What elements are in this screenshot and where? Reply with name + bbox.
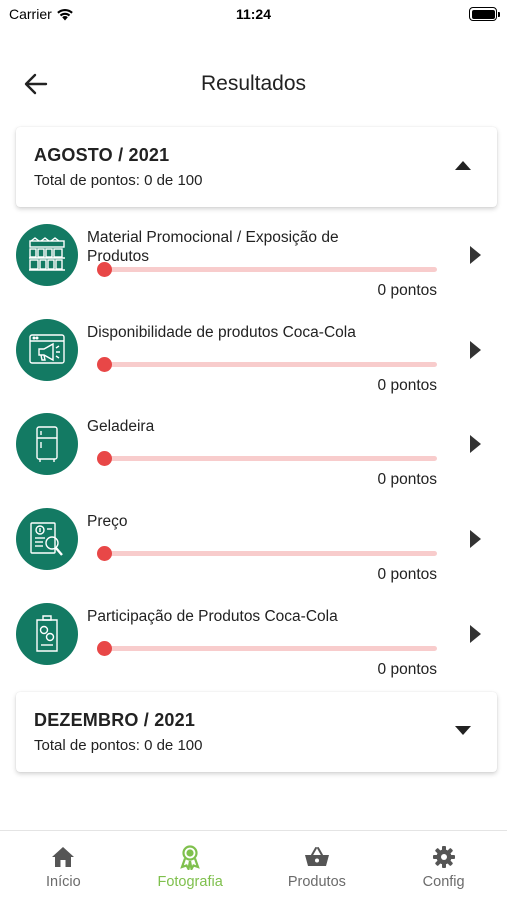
chevron-right-icon[interactable] bbox=[470, 530, 481, 548]
category-points: 0 pontos bbox=[377, 377, 437, 394]
progress-bar bbox=[97, 641, 437, 656]
progress-thumb bbox=[97, 546, 112, 561]
category-name: Material Promocional / Exposição de Prod… bbox=[87, 229, 339, 265]
home-icon bbox=[51, 845, 75, 869]
page-title: Resultados bbox=[200, 72, 307, 95]
month-card-agosto[interactable]: AGOSTO / 2021 Total de pontos: 0 de 100 bbox=[16, 127, 497, 207]
bottom-tab-bar: Início Fotografia Produtos Config bbox=[0, 830, 507, 900]
category-item-participacao[interactable]: Participação de Produtos Coca-Cola 0 pon… bbox=[0, 603, 507, 697]
chevron-right-icon[interactable] bbox=[470, 341, 481, 359]
basket-icon bbox=[304, 845, 330, 869]
progress-bar bbox=[97, 357, 437, 372]
clock: 11:24 bbox=[235, 6, 272, 22]
product-tag-icon bbox=[16, 603, 78, 665]
category-item-preco[interactable]: Preço 0 pontos bbox=[0, 508, 507, 602]
month-card-dezembro[interactable]: DEZEMBRO / 2021 Total de pontos: 0 de 10… bbox=[16, 692, 497, 772]
tab-label: Config bbox=[422, 874, 465, 890]
expand-caret-icon[interactable] bbox=[455, 726, 471, 735]
tab-label: Fotografia bbox=[157, 874, 223, 890]
category-name: Disponibilidade de produtos Coca-Cola bbox=[87, 324, 356, 341]
store-shelf-icon bbox=[16, 224, 78, 286]
category-name: Geladeira bbox=[87, 418, 155, 435]
tab-inicio[interactable]: Início bbox=[0, 831, 127, 900]
tab-produtos[interactable]: Produtos bbox=[254, 831, 381, 900]
status-bar: Carrier 11:24 bbox=[0, 0, 507, 30]
chevron-right-icon[interactable] bbox=[470, 625, 481, 643]
progress-thumb bbox=[97, 262, 112, 277]
progress-thumb bbox=[97, 641, 112, 656]
month-title: DEZEMBRO / 2021 bbox=[34, 710, 196, 730]
category-item-geladeira[interactable]: Geladeira 0 pontos bbox=[0, 413, 507, 507]
megaphone-screen-icon bbox=[16, 319, 78, 381]
nav-header: Resultados bbox=[0, 60, 507, 110]
category-points: 0 pontos bbox=[377, 661, 437, 678]
category-name: Preço bbox=[87, 513, 128, 530]
tab-label: Início bbox=[46, 874, 81, 890]
month-title: AGOSTO / 2021 bbox=[34, 145, 170, 165]
progress-bar bbox=[97, 546, 437, 561]
progress-thumb bbox=[97, 451, 112, 466]
award-icon bbox=[179, 845, 201, 870]
chevron-right-icon[interactable] bbox=[470, 246, 481, 264]
tab-label: Produtos bbox=[287, 874, 346, 890]
category-points: 0 pontos bbox=[377, 471, 437, 488]
chevron-right-icon[interactable] bbox=[470, 435, 481, 453]
progress-bar bbox=[97, 451, 437, 466]
category-item-disponibilidade[interactable]: Disponibilidade de produtos Coca-Cola 0 … bbox=[0, 319, 507, 413]
price-search-icon bbox=[16, 508, 78, 570]
category-points: 0 pontos bbox=[377, 566, 437, 583]
collapse-caret-icon[interactable] bbox=[455, 161, 471, 170]
category-item-material-promocional[interactable]: Material Promocional / Exposição de Prod… bbox=[0, 224, 507, 318]
tab-config[interactable]: Config bbox=[380, 831, 507, 900]
category-points: 0 pontos bbox=[377, 282, 437, 299]
gear-icon bbox=[432, 845, 456, 869]
progress-thumb bbox=[97, 357, 112, 372]
tab-fotografia[interactable]: Fotografia bbox=[127, 831, 254, 900]
fridge-icon bbox=[16, 413, 78, 475]
progress-bar bbox=[97, 262, 437, 277]
month-total: Total de pontos: 0 de 100 bbox=[34, 172, 203, 189]
category-name: Participação de Produtos Coca-Cola bbox=[87, 608, 338, 625]
battery-icon bbox=[469, 7, 500, 21]
month-total: Total de pontos: 0 de 100 bbox=[34, 737, 203, 754]
